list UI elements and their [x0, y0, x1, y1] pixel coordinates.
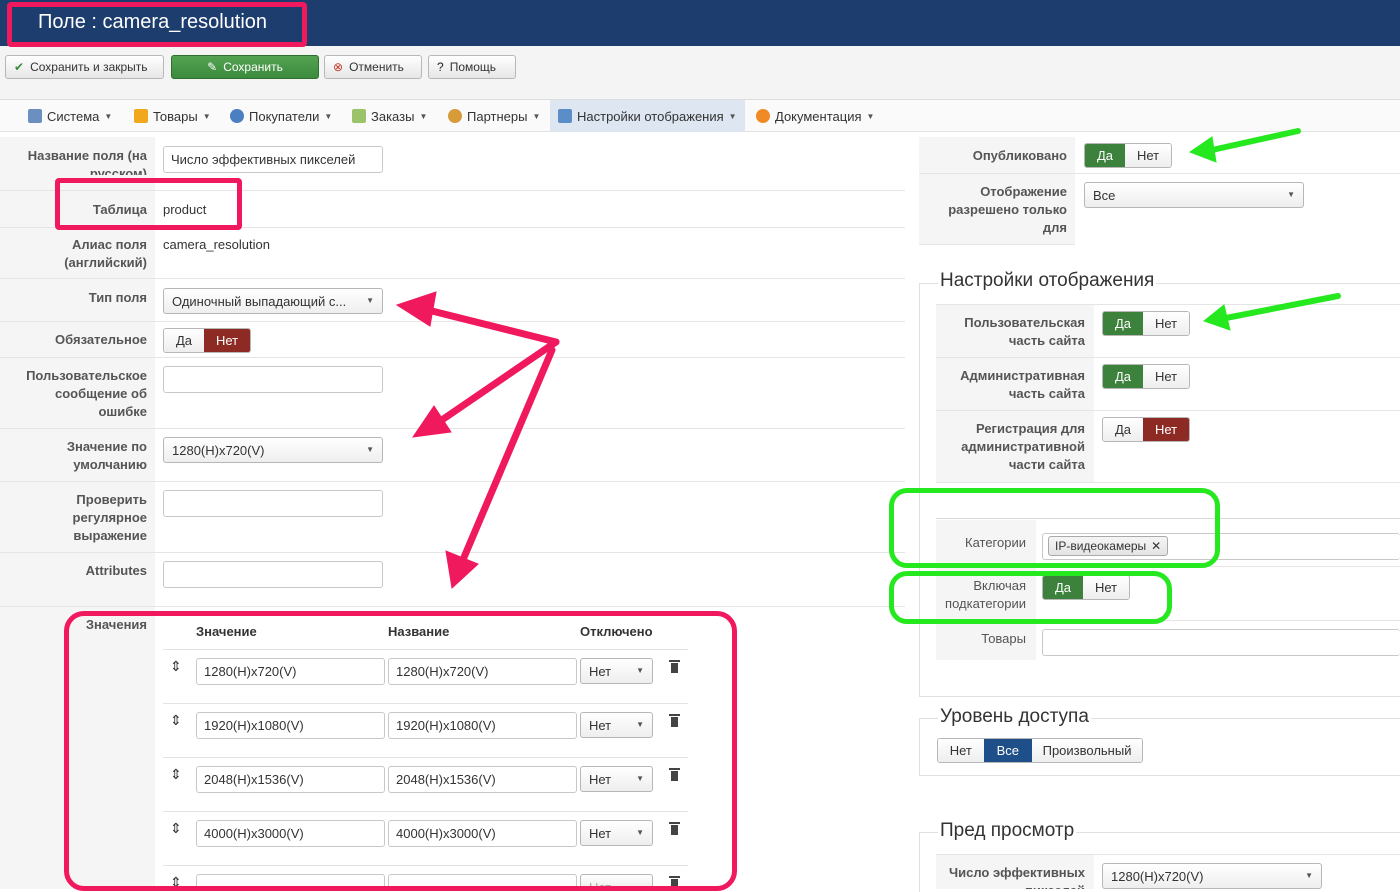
arrow-head [1188, 136, 1217, 163]
arrow-head [395, 291, 437, 327]
arrow-head [1202, 304, 1231, 331]
arrow-field-type [420, 305, 560, 346]
annotation-arrows [395, 128, 1341, 589]
arrow-site [1223, 293, 1341, 321]
arrow-published [1209, 128, 1301, 153]
arrow-values [458, 346, 556, 566]
